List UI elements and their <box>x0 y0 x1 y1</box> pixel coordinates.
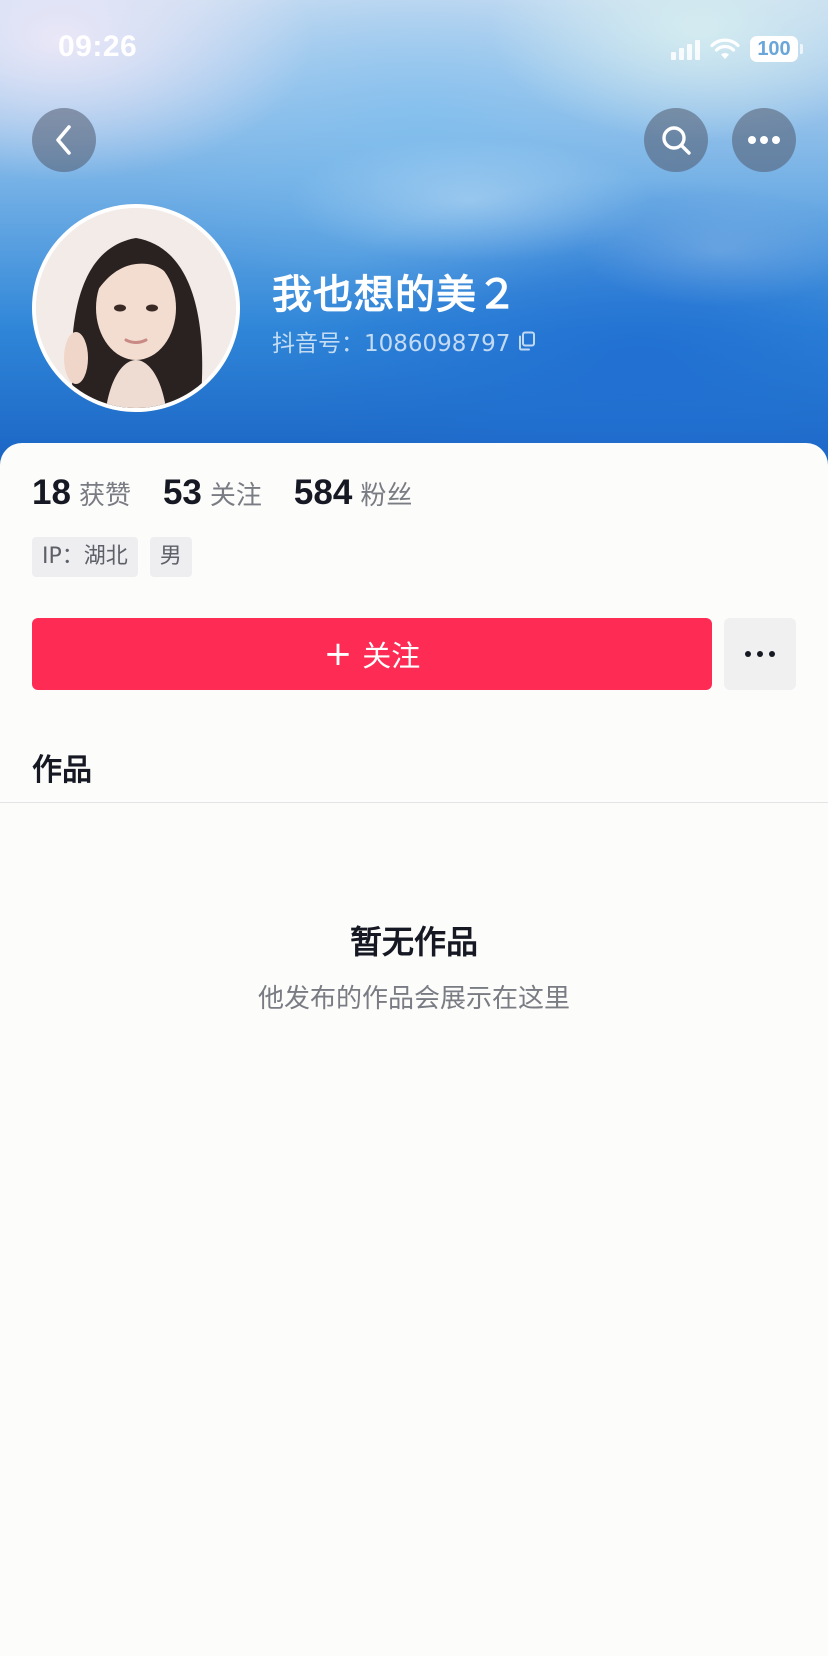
stat-value: 18 <box>32 473 71 512</box>
stat-followers[interactable]: 584 粉丝 <box>294 473 412 513</box>
stats-row: 18 获赞 53 关注 584 粉丝 <box>32 473 412 513</box>
stat-label: 关注 <box>209 481 262 511</box>
stat-value: 53 <box>162 473 202 512</box>
ellipsis-icon <box>745 651 775 657</box>
profile-tags: IP：湖北 男 <box>32 537 192 577</box>
stat-label: 粉丝 <box>360 481 413 511</box>
stat-value: 584 <box>293 473 353 512</box>
avatar-image <box>36 208 236 408</box>
empty-state-title: 暂无作品 <box>349 923 478 961</box>
gender-tag: 男 <box>149 537 192 577</box>
ellipsis-icon <box>748 136 780 144</box>
plus-icon: + <box>323 634 353 674</box>
stat-label: 获赞 <box>78 481 131 511</box>
empty-state-subtitle: 他发布的作品会展示在这里 <box>257 984 570 1014</box>
search-icon <box>662 126 691 155</box>
ip-location-tag: IP：湖北 <box>32 537 138 577</box>
back-button[interactable] <box>32 108 96 172</box>
stat-likes[interactable]: 18 获赞 <box>32 473 131 513</box>
stat-following[interactable]: 53 关注 <box>163 473 262 513</box>
cellular-signal-icon <box>671 38 700 60</box>
more-options-button[interactable] <box>732 108 796 172</box>
search-button[interactable] <box>644 108 708 172</box>
status-time: 09:26 <box>58 30 138 63</box>
profile-content-card: 18 获赞 53 关注 584 粉丝 IP：湖北 男 + 关注 作品 暂无作品 … <box>0 443 828 1656</box>
profile-more-button[interactable] <box>724 618 796 690</box>
follow-button[interactable]: + 关注 <box>32 618 712 690</box>
avatar[interactable] <box>32 204 240 412</box>
profile-nickname: 我也想的美２ <box>272 272 518 318</box>
tab-works[interactable]: 作品 <box>32 745 92 789</box>
douyin-id[interactable]: 抖音号：1086098797 <box>272 324 536 358</box>
copy-icon[interactable] <box>518 331 536 351</box>
wifi-icon <box>710 38 740 59</box>
battery-icon: 100 <box>750 36 803 62</box>
follow-button-label: 关注 <box>362 639 421 673</box>
status-bar-icons: 100 <box>671 34 803 64</box>
tab-divider <box>0 802 828 803</box>
chevron-left-icon <box>56 125 71 155</box>
douyin-id-text: 抖音号：1086098797 <box>272 331 511 357</box>
